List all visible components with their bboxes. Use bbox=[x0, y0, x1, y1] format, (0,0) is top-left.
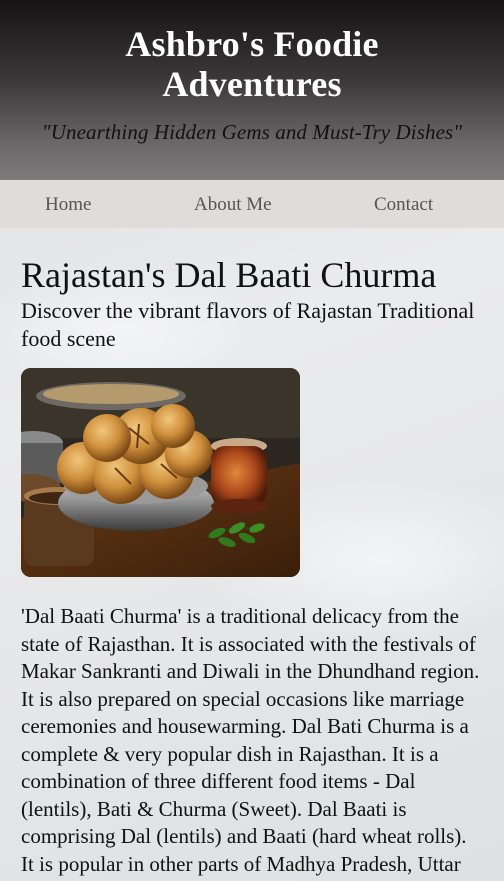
article: Rajastan's Dal Baati Churma Discover the… bbox=[0, 228, 504, 881]
article-body: 'Dal Baati Churma' is a traditional deli… bbox=[21, 604, 480, 881]
nav-home-link[interactable]: Home bbox=[45, 194, 91, 216]
food-illustration bbox=[21, 368, 300, 577]
main-nav: Home About Me Contact bbox=[0, 180, 504, 228]
article-subtitle: Discover the vibrant flavors of Rajastan… bbox=[21, 298, 475, 351]
site-tagline: "Unearthing Hidden Gems and Must-Try Dis… bbox=[41, 120, 463, 144]
nav-about-link[interactable]: About Me bbox=[194, 194, 272, 216]
dal-baati-photo bbox=[21, 368, 300, 577]
site-header: Ashbro's Foodie Adventures "Unearthing H… bbox=[0, 0, 504, 180]
article-title: Rajastan's Dal Baati Churma bbox=[21, 255, 437, 295]
site-title: Ashbro's Foodie Adventures bbox=[125, 24, 379, 104]
nav-contact-link[interactable]: Contact bbox=[374, 194, 433, 216]
